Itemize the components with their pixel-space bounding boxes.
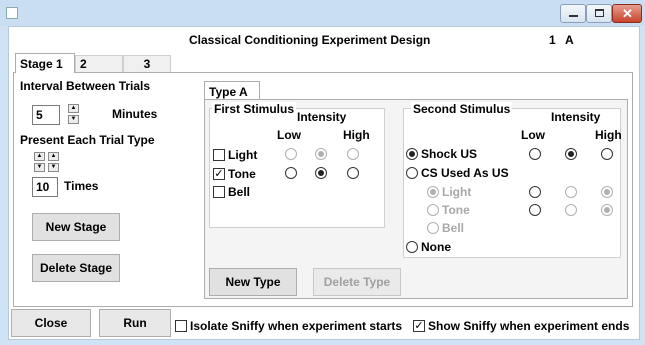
cs-tone-mid-radio[interactable] <box>565 204 577 216</box>
show-label: Show Sniffy when experiment ends <box>428 319 630 333</box>
first-stimulus-title: First Stimulus <box>212 102 297 116</box>
new-stage-button[interactable]: New Stage <box>32 213 120 241</box>
delete-type-button[interactable]: Delete Type <box>313 268 401 296</box>
cs-tone-radio[interactable] <box>427 204 439 216</box>
light-checkbox[interactable] <box>213 149 225 161</box>
cs-bell-label: Bell <box>442 221 465 235</box>
light-mid-radio[interactable] <box>315 148 327 160</box>
cs-tone-low-radio[interactable] <box>529 204 541 216</box>
interval-input[interactable]: 5 <box>32 105 60 125</box>
first-low-label: Low <box>277 128 301 142</box>
minimize-button[interactable] <box>560 4 586 23</box>
times-input[interactable]: 10 <box>32 177 58 197</box>
tone-mid-radio[interactable] <box>315 167 327 179</box>
type-panel: First Stimulus Intensity Low High Light … <box>204 99 628 299</box>
times-spinner-b[interactable]: ▲ ▼ <box>48 152 59 172</box>
spin-up-icon[interactable]: ▲ <box>34 152 45 161</box>
tab-stage-1[interactable]: Stage 1 <box>15 53 75 74</box>
page-title: Classical Conditioning Experiment Design <box>189 33 431 47</box>
title-bar: ✕ <box>0 0 645 26</box>
maximize-icon <box>595 9 604 17</box>
new-type-button[interactable]: New Type <box>209 268 297 296</box>
none-label: None <box>421 240 451 254</box>
shock-us-label: Shock US <box>421 147 478 161</box>
none-radio[interactable] <box>406 241 418 253</box>
cs-light-low-radio[interactable] <box>529 186 541 198</box>
tone-high-radio[interactable] <box>347 167 359 179</box>
light-high-radio[interactable] <box>347 148 359 160</box>
main-window: Classical Conditioning Experiment Design… <box>8 26 640 340</box>
shock-us-radio[interactable] <box>406 148 418 160</box>
cs-light-radio[interactable] <box>427 186 439 198</box>
tab-stage-2[interactable]: 2 <box>75 55 123 72</box>
cs-light-label: Light <box>442 185 472 199</box>
cs-used-radio[interactable] <box>406 167 418 179</box>
close-icon: ✕ <box>622 6 633 21</box>
maximize-button[interactable] <box>586 4 612 23</box>
tab-stage-3[interactable]: 3 <box>123 55 171 72</box>
run-button[interactable]: Run <box>99 309 171 337</box>
first-high-label: High <box>343 128 370 142</box>
light-low-radio[interactable] <box>285 148 297 160</box>
shock-mid-radio[interactable] <box>565 148 577 160</box>
shock-high-radio[interactable] <box>601 148 613 160</box>
spin-up-icon[interactable]: ▲ <box>48 152 59 161</box>
tone-checkbox[interactable]: ✓ <box>213 168 225 180</box>
type-letter: A <box>565 33 574 47</box>
spin-down-icon[interactable]: ▼ <box>34 163 45 172</box>
second-low-label: Low <box>521 128 545 142</box>
second-stimulus-group <box>403 108 621 258</box>
tone-label: Tone <box>228 167 256 181</box>
close-window-button[interactable]: ✕ <box>612 4 642 23</box>
light-label: Light <box>228 148 258 162</box>
cs-tone-label: Tone <box>442 203 470 217</box>
cs-light-high-radio[interactable] <box>601 186 613 198</box>
spin-down-icon[interactable]: ▼ <box>48 163 59 172</box>
present-label: Present Each Trial Type <box>20 133 155 147</box>
times-label: Times <box>64 179 99 193</box>
app-icon <box>6 7 18 19</box>
second-high-label: High <box>595 128 622 142</box>
minimize-icon <box>569 15 578 17</box>
cs-light-mid-radio[interactable] <box>565 186 577 198</box>
isolate-checkbox[interactable] <box>175 320 187 332</box>
delete-stage-button[interactable]: Delete Stage <box>32 254 120 282</box>
spin-up-icon[interactable]: ▲ <box>68 104 79 113</box>
interval-label: Interval Between Trials <box>20 79 151 93</box>
spin-down-icon[interactable]: ▼ <box>68 115 79 124</box>
stage-panel: Interval Between Trials 5 ▲ ▼ Minutes Pr… <box>13 73 633 307</box>
bell-label: Bell <box>228 185 251 199</box>
tone-low-radio[interactable] <box>285 167 297 179</box>
tab-type-a[interactable]: Type A <box>204 81 260 100</box>
interval-spinner[interactable]: ▲ ▼ <box>68 104 79 124</box>
first-intensity-label: Intensity <box>297 110 347 124</box>
type-area: Type A First Stimulus Intensity Low High… <box>204 77 628 301</box>
close-button[interactable]: Close <box>11 309 91 337</box>
stage-number: 1 <box>549 33 556 47</box>
shock-low-radio[interactable] <box>529 148 541 160</box>
times-spinner-a[interactable]: ▲ ▼ <box>34 152 45 172</box>
second-intensity-label: Intensity <box>551 110 601 124</box>
show-checkbox[interactable]: ✓ <box>413 320 425 332</box>
cs-bell-radio[interactable] <box>427 222 439 234</box>
bell-checkbox[interactable] <box>213 186 225 198</box>
cs-used-label: CS Used As US <box>421 166 509 180</box>
minutes-label: Minutes <box>112 107 158 121</box>
cs-tone-high-radio[interactable] <box>601 204 613 216</box>
second-stimulus-title: Second Stimulus <box>411 102 513 116</box>
isolate-label: Isolate Sniffy when experiment starts <box>190 319 403 333</box>
